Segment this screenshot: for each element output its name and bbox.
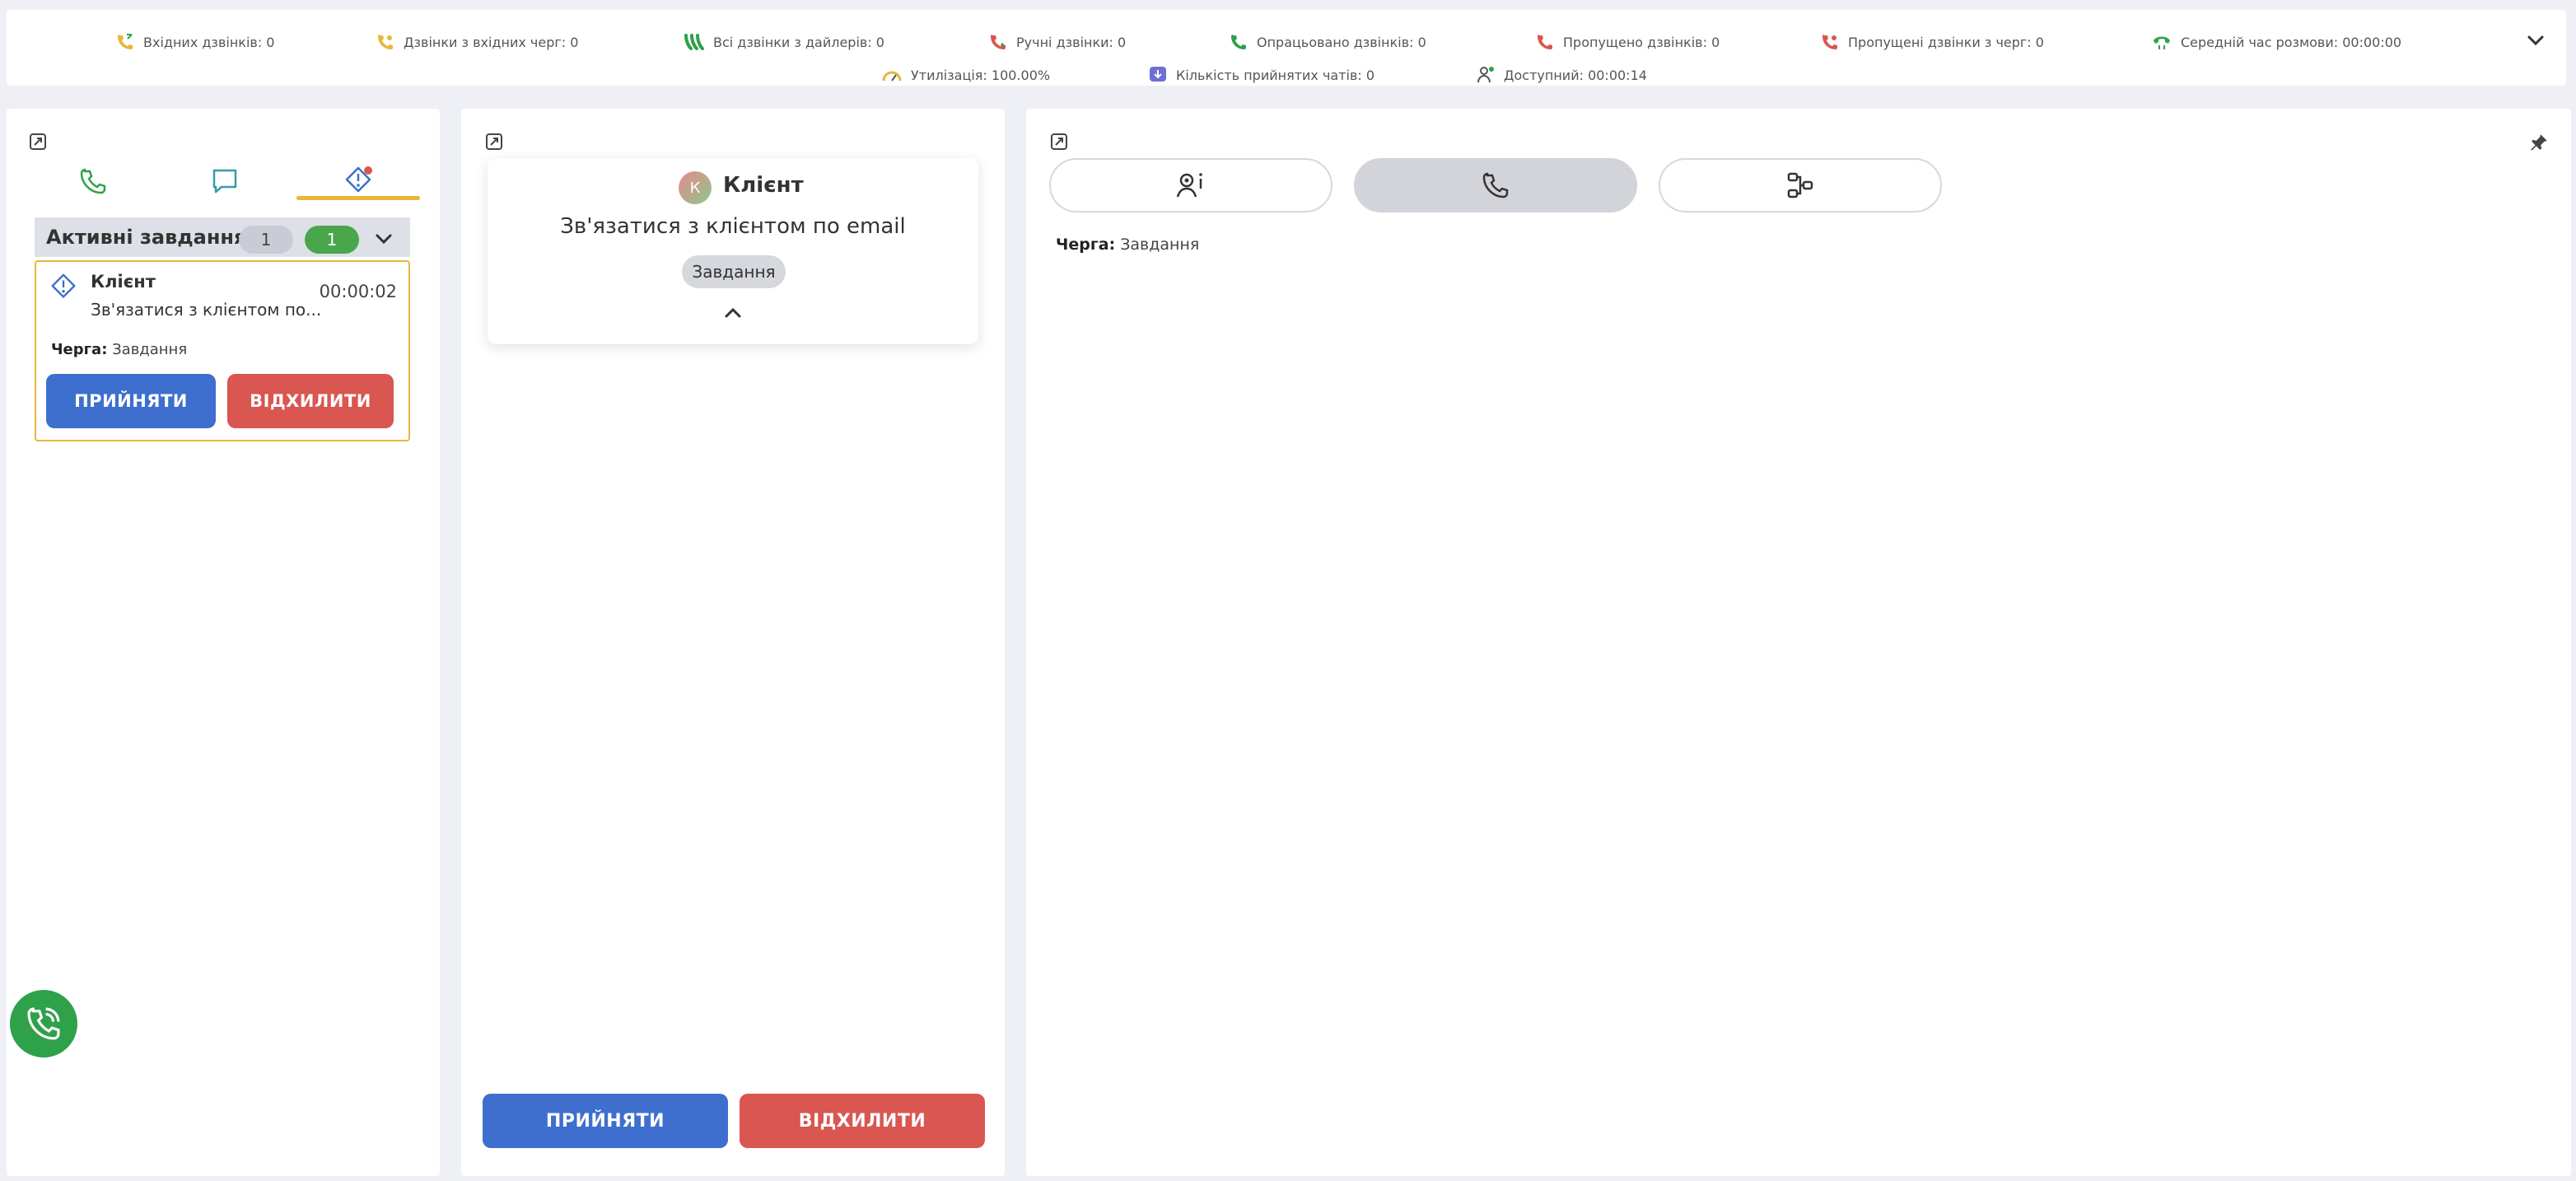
stat-missed-calls: Пропущено дзвінків: 0 [1535, 28, 1720, 56]
task-description: Зв'язатися з клієнтом по... [91, 300, 322, 320]
task-alert-icon [345, 166, 372, 193]
task-timer: 00:00:02 [319, 282, 397, 301]
pin-icon[interactable] [2528, 132, 2550, 153]
task-detail-panel: К Клієнт Зв'язатися з клієнтом по email … [461, 109, 1005, 1176]
tab-contact-info[interactable] [1049, 158, 1332, 212]
phone-icon [80, 168, 106, 194]
chevron-down-icon[interactable] [2523, 28, 2548, 53]
stat-label: Всі дзвінки з дайлерів: 0 [713, 34, 884, 50]
stat-accepted-chats: Кількість прийнятих чатів: 0 [1148, 61, 1374, 89]
queue-label: Черга: [51, 341, 108, 358]
tab-phone[interactable] [1354, 158, 1637, 212]
expand-icon[interactable] [28, 132, 48, 152]
chevron-down-icon[interactable] [371, 226, 397, 252]
chevron-up-icon[interactable] [720, 300, 746, 326]
active-tasks-header: Активні завдання 1 1 [35, 217, 410, 257]
stat-label: Дзвінки з вхідних черг: 0 [404, 34, 579, 50]
stat-label: Вхідних дзвінків: 0 [143, 34, 275, 50]
manual-call-icon [991, 35, 1006, 49]
contact-info-icon [1176, 173, 1202, 198]
stat-label: Доступний: 00:00:14 [1504, 67, 1647, 83]
stat-queue-calls: Дзвінки з вхідних черг: 0 [376, 28, 578, 56]
stat-label: Середній час розмови: 00:00:00 [2181, 34, 2402, 50]
queue-label: Черга: [1056, 236, 1116, 254]
queue-call-icon [378, 35, 393, 49]
active-tasks-title: Активні завдання [46, 226, 247, 249]
workspace-panel: Черга: Завдання [1026, 109, 2571, 1176]
tasks-active-count-badge: 1 [305, 226, 359, 254]
dialer-call-icon [684, 34, 704, 50]
tab-chats[interactable] [163, 156, 287, 206]
stat-utilization: Утилізація: 100.00% [881, 61, 1050, 89]
task-card[interactable]: Клієнт Зв'язатися з клієнтом по... 00:00… [35, 260, 410, 441]
task-queue: Черга: Завдання [51, 341, 187, 358]
softphone-button[interactable] [10, 990, 77, 1057]
queue-value: Завдання [1120, 236, 1200, 254]
stat-label: Утилізація: 100.00% [911, 67, 1051, 83]
stat-dialer-calls: Всі дзвінки з дайлерів: 0 [684, 28, 884, 56]
task-client-name: Клієнт [91, 272, 156, 292]
stat-label: Ручні дзвінки: 0 [1016, 34, 1127, 50]
task-description: Зв'язатися з клієнтом по email [560, 214, 906, 239]
missed-call-icon [1538, 35, 1552, 49]
queue-value: Завдання [112, 341, 188, 358]
reject-button[interactable]: ВІДХИЛИТИ [740, 1094, 985, 1148]
chat-icon [212, 169, 237, 194]
stats-bar: Вхідних дзвінків: 0 Дзвінки з вхідних че… [7, 10, 2566, 86]
tab-calls[interactable] [31, 156, 155, 206]
available-person-icon [1477, 67, 1494, 83]
chat-download-icon [1150, 67, 1166, 82]
tasks-count-badge: 1 [239, 226, 293, 254]
flow-icon [1787, 172, 1813, 198]
active-tab-indicator [296, 196, 420, 200]
task-alert-icon [51, 273, 76, 298]
stat-available: Доступний: 00:00:14 [1476, 61, 1647, 89]
phone-call-icon [27, 1007, 60, 1040]
gauge-icon [882, 71, 902, 82]
stat-processed-calls: Опрацьовано дзвінків: 0 [1229, 28, 1426, 56]
stat-avg-talk-time: Середній час розмови: 00:00:00 [2151, 28, 2401, 56]
stat-label: Опрацьовано дзвінків: 0 [1257, 34, 1426, 50]
stat-label: Пропущено дзвінків: 0 [1563, 34, 1720, 50]
tab-flow[interactable] [1659, 158, 1942, 212]
accept-button[interactable]: ПРИЙНЯТИ [46, 374, 216, 428]
stat-label: Пропущені дзвінки з черг: 0 [1848, 34, 2044, 50]
client-name: Клієнт [723, 173, 804, 198]
queue-tag: Завдання [682, 255, 786, 288]
talk-time-icon [2154, 36, 2170, 49]
stat-manual-calls: Ручні дзвінки: 0 [988, 28, 1126, 56]
expand-icon[interactable] [1049, 132, 1069, 152]
reject-button[interactable]: ВІДХИЛИТИ [227, 374, 394, 428]
stat-incoming-calls: Вхідних дзвінків: 0 [115, 28, 274, 56]
avatar: К [679, 171, 712, 204]
task-queue: Черга: Завдання [1056, 236, 1199, 254]
incoming-call-icon [118, 34, 133, 49]
processed-call-icon [1231, 35, 1246, 49]
stat-missed-queue-calls: Пропущені дзвінки з черг: 0 [1820, 28, 2044, 56]
missed-queue-call-icon [1822, 35, 1837, 49]
accept-button[interactable]: ПРИЙНЯТИ [483, 1094, 728, 1148]
phone-icon [1482, 172, 1509, 198]
client-card: К Клієнт Зв'язатися з клієнтом по email … [488, 158, 978, 344]
stat-label: Кількість прийнятих чатів: 0 [1176, 67, 1375, 83]
expand-icon[interactable] [484, 132, 504, 152]
